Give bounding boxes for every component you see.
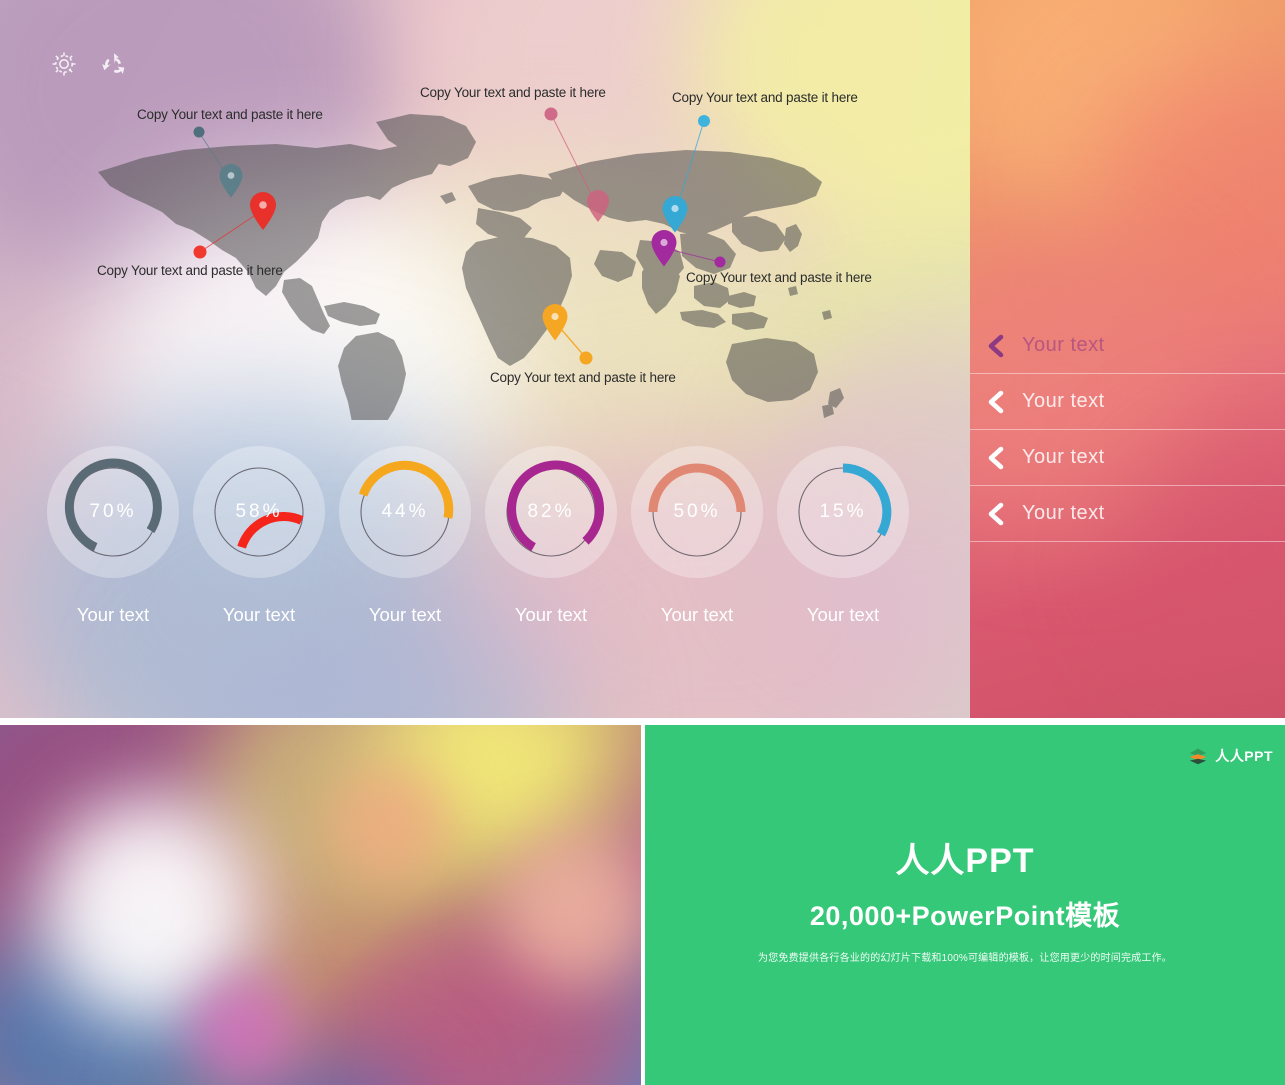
chevron-left-icon[interactable] [970,388,1022,416]
promo-content: 人人PPT 20,000+PowerPoint模板 为您免费提供各行各业的的幻灯… [645,833,1285,964]
panel-item-label: Your text [1022,446,1105,468]
panel-item-2[interactable]: Your text [970,430,1285,486]
donut-caption: Your text [514,604,588,625]
map-pin [250,192,276,230]
brand-logo-text: 人人PPT [1215,748,1273,764]
world-map: Copy Your text and paste it here Copy Yo… [80,85,872,420]
map-label: Copy Your text and paste it here [420,85,606,100]
bokeh-blob [330,765,450,885]
map-label: Copy Your text and paste it here [97,263,283,278]
chevron-left-icon[interactable] [970,444,1022,472]
promo-panel: 人人PPT 人人PPT 20,000+PowerPoint模板 为您免费提供各行… [645,725,1285,1085]
chevron-left-icon[interactable] [970,332,1022,360]
map-pin [587,190,609,222]
right-panel-list: Your text Your text Your text Your text [970,318,1285,542]
donut-caption: Your text [368,604,442,625]
panel-item-3[interactable]: Your text [970,486,1285,542]
donut-value: 82% [527,501,575,522]
main-slide: Copy Your text and paste it here Copy Yo… [0,0,1285,718]
renrenppt-logo-icon [1187,745,1209,767]
donut-chart-1: 58% [193,446,325,578]
bokeh-blob [190,975,300,1085]
bokeh-blob [500,835,641,985]
donut-value: 70% [89,501,137,522]
donut-value: 44% [381,501,429,522]
map-label: Copy Your text and paste it here [672,90,858,105]
donut-gauge[interactable]: 15% Your text [770,446,916,626]
map-pin [219,164,243,198]
map-label: Copy Your text and paste it here [686,270,872,285]
donut-gauge[interactable]: 58% Your text [186,446,332,626]
map-label: Copy Your text and paste it here [137,107,323,122]
panel-item-label: Your text [1022,390,1105,412]
map-label: Copy Your text and paste it here [490,370,676,385]
donut-caption: Your text [76,604,150,625]
donut-chart-0: 70% [47,446,179,578]
panel-item-1[interactable]: Your text [970,374,1285,430]
donut-caption: Your text [660,604,734,625]
map-markers-layer [193,107,726,365]
donut-chart-3: 82% [485,446,617,578]
donut-caption: Your text [222,604,296,625]
map-pin [662,196,688,233]
donut-value: 58% [235,501,283,522]
donut-gauge[interactable]: 50% Your text [624,446,770,626]
slide-toolbar [48,48,132,82]
right-side-panel: Your text Your text Your text Your text [970,0,1285,718]
map-pin [651,230,677,267]
panel-item-0[interactable]: Your text [970,318,1285,374]
donut-chart-5: 15% [777,446,909,578]
promo-subtitle: 20,000+PowerPoint模板 [809,901,1121,931]
donut-caption: Your text [806,604,880,625]
donut-gauge[interactable]: 82% Your text [478,446,624,626]
chevron-left-icon[interactable] [970,500,1022,528]
promo-title: 人人PPT [895,842,1035,880]
donut-chart-2: 44% [339,446,471,578]
slide-canvas: Copy Your text and paste it here Copy Yo… [0,0,1285,1085]
brand-logo[interactable]: 人人PPT [1187,745,1273,767]
promo-note: 为您免费提供各行各业的的幻灯片下载和100%可编辑的模板，让您用更少的时间完成工… [758,953,1172,964]
donut-gauge-row: 70% Your text 58% Your text 44% Your tex… [40,446,920,626]
donut-chart-4: 50% [631,446,763,578]
panel-item-label: Your text [1022,334,1105,356]
settings-gear-icon[interactable] [48,48,82,82]
donut-value: 15% [819,501,867,522]
donut-gauge[interactable]: 70% Your text [40,446,186,626]
donut-gauge[interactable]: 44% Your text [332,446,478,626]
map-pin [542,304,568,341]
donut-value: 50% [673,501,721,522]
bokeh-image-panel [0,725,641,1085]
panel-item-label: Your text [1022,502,1105,524]
refresh-recycle-icon[interactable] [98,48,132,82]
